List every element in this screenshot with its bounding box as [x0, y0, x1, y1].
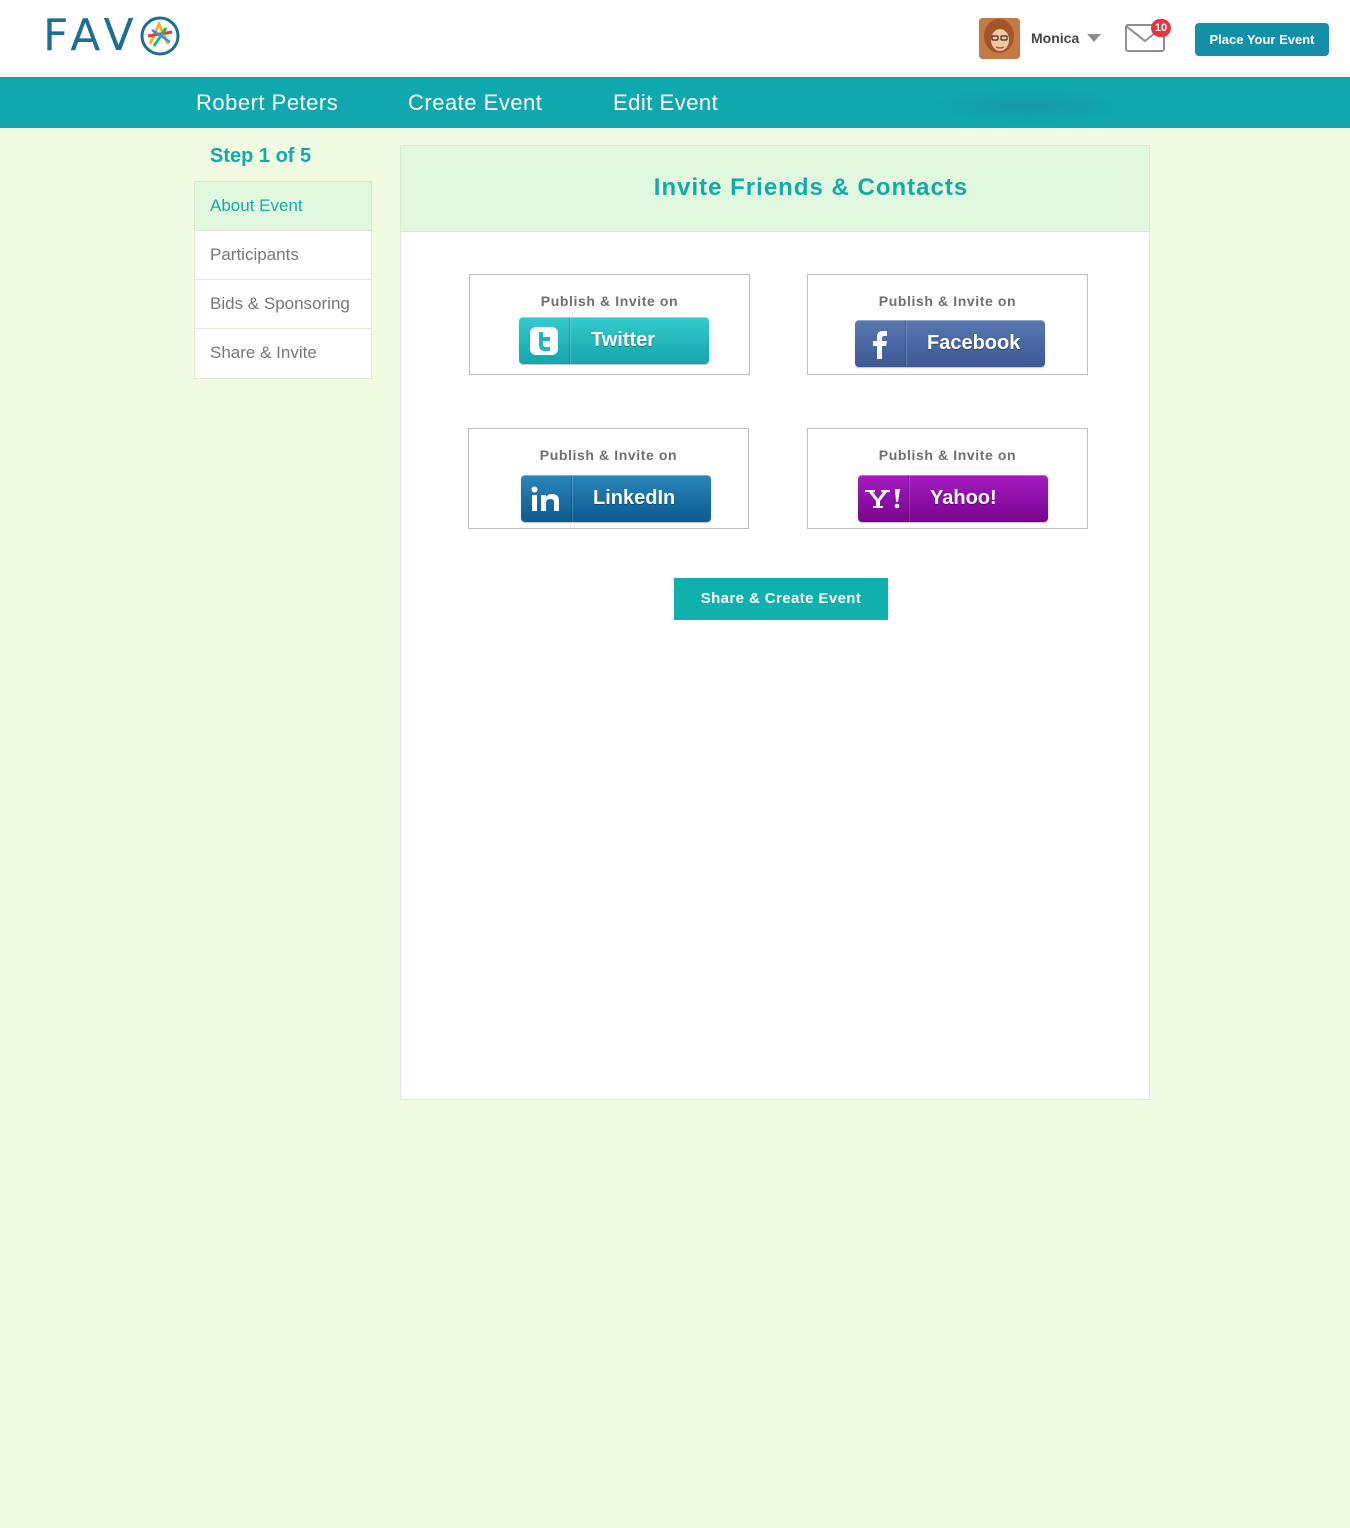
main-nav: Robert Peters Create Event Edit Event [0, 77, 1350, 128]
card-label: Publish & Invite on [539, 447, 678, 463]
nav-item-create-event[interactable]: Create Event [408, 77, 542, 128]
facebook-button[interactable]: Facebook [855, 320, 1045, 367]
top-header: FAV Monica 10 Place Your Event [0, 0, 1350, 77]
sidebar-item-share-invite[interactable]: Share & Invite [195, 329, 371, 378]
step-sidebar: About Event Participants Bids & Sponsori… [194, 181, 372, 379]
card-label: Publish & Invite on [878, 447, 1017, 463]
linkedin-icon [521, 475, 572, 522]
linkedin-button[interactable]: LinkedIn [521, 475, 711, 522]
facebook-icon [855, 320, 906, 367]
avatar-portrait-icon [979, 17, 1020, 59]
user-menu[interactable]: Monica [979, 17, 1102, 59]
yahoo-card: Publish & Invite on Yahoo! [807, 428, 1088, 529]
twitter-card: Publish & Invite on Twitter [469, 274, 750, 375]
share-create-event-button[interactable]: Share & Create Event [674, 578, 888, 620]
sidebar-item-about-event[interactable]: About Event [195, 182, 371, 231]
twitter-button[interactable]: Twitter [519, 317, 709, 364]
facebook-card: Publish & Invite on Facebook [807, 274, 1088, 375]
twitter-label: Twitter [570, 317, 709, 364]
logo-mark-icon [140, 16, 180, 56]
nav-item-robert-peters[interactable]: Robert Peters [196, 77, 338, 128]
sidebar-item-participants[interactable]: Participants [195, 231, 371, 280]
linkedin-card: Publish & Invite on LinkedIn [468, 428, 749, 529]
logo-text: FAV [43, 10, 140, 61]
yahoo-button[interactable]: Yahoo! [858, 475, 1048, 522]
step-indicator: Step 1 of 5 [210, 145, 312, 167]
user-name[interactable]: Monica [1031, 30, 1079, 46]
notification-badge: 10 [1151, 19, 1171, 37]
twitter-icon [519, 317, 570, 364]
facebook-label: Facebook [906, 320, 1045, 367]
linkedin-label: LinkedIn [572, 475, 711, 522]
sidebar-item-bids-sponsoring[interactable]: Bids & Sponsoring [195, 280, 371, 329]
panel-title: Invite Friends & Contacts [401, 146, 1149, 232]
chevron-down-icon[interactable] [1087, 34, 1102, 42]
card-label: Publish & Invite on [540, 293, 679, 309]
favo-logo[interactable]: FAV [43, 14, 182, 58]
place-your-event-button[interactable]: Place Your Event [1195, 23, 1329, 56]
card-label: Publish & Invite on [878, 293, 1017, 309]
nav-item-edit-event[interactable]: Edit Event [613, 77, 718, 128]
invite-panel: Invite Friends & Contacts Publish & Invi… [400, 145, 1150, 1100]
yahoo-label: Yahoo! [909, 475, 1048, 522]
avatar[interactable] [979, 17, 1020, 59]
yahoo-icon [858, 475, 909, 522]
